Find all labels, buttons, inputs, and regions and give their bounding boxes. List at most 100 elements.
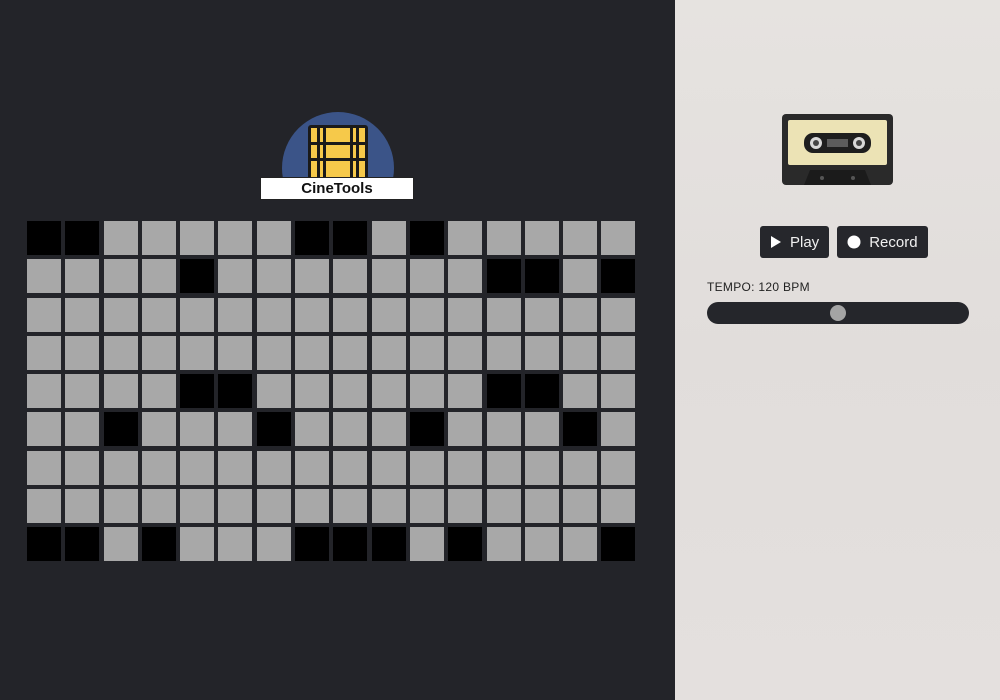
step-cell[interactable] — [27, 221, 61, 255]
record-button[interactable]: Record — [837, 226, 928, 258]
step-cell[interactable] — [256, 259, 291, 294]
step-cell[interactable] — [333, 297, 368, 332]
step-cell[interactable] — [256, 527, 291, 562]
step-cell[interactable] — [524, 412, 559, 447]
step-cell[interactable] — [256, 374, 291, 409]
step-cell[interactable] — [409, 374, 444, 409]
step-cell[interactable] — [486, 335, 521, 370]
step-cell[interactable] — [141, 297, 176, 332]
step-cell[interactable] — [333, 259, 368, 294]
step-cell[interactable] — [27, 450, 61, 485]
step-cell[interactable] — [256, 412, 291, 447]
step-cell[interactable] — [295, 527, 330, 562]
step-cell[interactable] — [409, 221, 444, 255]
step-cell[interactable] — [563, 221, 598, 255]
step-cell[interactable] — [601, 297, 636, 332]
step-cell[interactable] — [218, 489, 253, 524]
step-cell[interactable] — [103, 221, 138, 255]
step-cell[interactable] — [103, 450, 138, 485]
step-cell[interactable] — [524, 221, 559, 255]
step-cell[interactable] — [371, 489, 406, 524]
step-cell[interactable] — [448, 450, 483, 485]
step-cell[interactable] — [103, 297, 138, 332]
step-cell[interactable] — [180, 527, 215, 562]
step-cell[interactable] — [65, 374, 100, 409]
step-cell[interactable] — [448, 374, 483, 409]
step-cell[interactable] — [409, 527, 444, 562]
step-cell[interactable] — [141, 259, 176, 294]
step-cell[interactable] — [333, 489, 368, 524]
step-cell[interactable] — [563, 450, 598, 485]
step-cell[interactable] — [524, 489, 559, 524]
play-button[interactable]: Play — [760, 226, 830, 258]
step-cell[interactable] — [180, 412, 215, 447]
step-cell[interactable] — [65, 221, 100, 255]
step-cell[interactable] — [103, 259, 138, 294]
step-cell[interactable] — [448, 527, 483, 562]
step-cell[interactable] — [486, 412, 521, 447]
step-cell[interactable] — [371, 221, 406, 255]
step-cell[interactable] — [65, 489, 100, 524]
step-cell[interactable] — [333, 374, 368, 409]
step-cell[interactable] — [486, 527, 521, 562]
step-cell[interactable] — [486, 259, 521, 294]
step-cell[interactable] — [141, 527, 176, 562]
step-cell[interactable] — [409, 259, 444, 294]
step-cell[interactable] — [333, 450, 368, 485]
step-cell[interactable] — [486, 221, 521, 255]
step-cell[interactable] — [141, 374, 176, 409]
step-cell[interactable] — [409, 335, 444, 370]
step-cell[interactable] — [371, 335, 406, 370]
step-cell[interactable] — [409, 297, 444, 332]
step-cell[interactable] — [295, 450, 330, 485]
step-cell[interactable] — [448, 259, 483, 294]
step-cell[interactable] — [295, 259, 330, 294]
step-cell[interactable] — [524, 259, 559, 294]
step-cell[interactable] — [295, 412, 330, 447]
step-cell[interactable] — [65, 259, 100, 294]
step-cell[interactable] — [333, 527, 368, 562]
step-cell[interactable] — [256, 297, 291, 332]
step-cell[interactable] — [486, 450, 521, 485]
step-cell[interactable] — [65, 412, 100, 447]
step-cell[interactable] — [218, 221, 253, 255]
step-cell[interactable] — [27, 374, 61, 409]
step-cell[interactable] — [256, 335, 291, 370]
step-cell[interactable] — [601, 450, 636, 485]
step-cell[interactable] — [295, 374, 330, 409]
step-cell[interactable] — [563, 374, 598, 409]
step-cell[interactable] — [27, 527, 61, 562]
step-cell[interactable] — [218, 335, 253, 370]
step-cell[interactable] — [601, 374, 636, 409]
step-cell[interactable] — [103, 335, 138, 370]
step-cell[interactable] — [601, 527, 636, 562]
step-cell[interactable] — [371, 374, 406, 409]
step-cell[interactable] — [65, 450, 100, 485]
step-cell[interactable] — [141, 412, 176, 447]
step-cell[interactable] — [524, 374, 559, 409]
step-cell[interactable] — [409, 412, 444, 447]
step-cell[interactable] — [65, 335, 100, 370]
step-cell[interactable] — [180, 374, 215, 409]
step-cell[interactable] — [371, 412, 406, 447]
step-cell[interactable] — [524, 527, 559, 562]
step-cell[interactable] — [103, 374, 138, 409]
step-cell[interactable] — [218, 297, 253, 332]
tempo-slider-thumb[interactable] — [830, 305, 846, 321]
step-cell[interactable] — [103, 412, 138, 447]
step-cell[interactable] — [371, 259, 406, 294]
step-cell[interactable] — [524, 297, 559, 332]
step-cell[interactable] — [141, 489, 176, 524]
step-cell[interactable] — [27, 412, 61, 447]
step-cell[interactable] — [601, 259, 636, 294]
step-cell[interactable] — [27, 259, 61, 294]
step-cell[interactable] — [218, 259, 253, 294]
step-cell[interactable] — [601, 221, 636, 255]
step-cell[interactable] — [256, 221, 291, 255]
step-cell[interactable] — [371, 297, 406, 332]
step-cell[interactable] — [180, 335, 215, 370]
step-cell[interactable] — [27, 335, 61, 370]
step-cell[interactable] — [295, 221, 330, 255]
step-cell[interactable] — [448, 335, 483, 370]
step-cell[interactable] — [524, 335, 559, 370]
